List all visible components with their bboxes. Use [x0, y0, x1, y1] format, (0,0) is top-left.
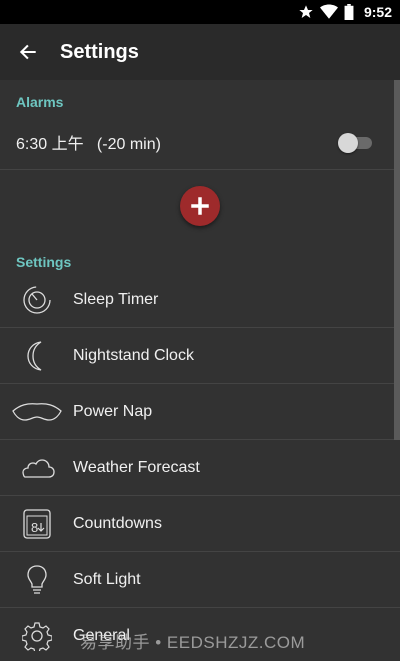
page-title: Settings [60, 40, 139, 63]
setting-item-label: Countdowns [73, 514, 162, 532]
cloud-icon [21, 458, 55, 478]
plus-icon [191, 197, 209, 215]
status-bar: 9:52 [0, 0, 400, 24]
setting-item-label: Weather Forecast [73, 458, 200, 476]
lightbulb-icon [26, 564, 47, 594]
setting-item-sleep-timer[interactable]: Sleep Timer [0, 272, 400, 328]
toggle-thumb [338, 132, 358, 153]
sleep-mask-icon [11, 402, 62, 421]
add-alarm-area [0, 170, 400, 242]
sleep-timer-icon [22, 285, 51, 314]
setting-item-label: Power Nap [73, 402, 153, 420]
alarms-section-header: Alarms [16, 94, 64, 110]
moon-icon [26, 340, 41, 371]
battery-icon [344, 4, 354, 20]
alarm-row[interactable]: 6:30 上午 (-20 min) [0, 114, 400, 170]
calendar-icon: 8 [22, 508, 51, 539]
watermark: 易享助手 • EEDSHZJZ.COM [80, 633, 306, 652]
settings-section-header: Settings [16, 254, 72, 270]
add-alarm-button[interactable] [180, 186, 220, 226]
setting-item-soft-light[interactable]: Soft Light [0, 552, 400, 608]
wifi-icon [319, 4, 338, 19]
setting-item-nightstand-clock[interactable]: Nightstand Clock [0, 328, 400, 384]
svg-text:8: 8 [31, 520, 38, 535]
alarm-toggle[interactable] [338, 132, 374, 153]
scrollbar[interactable] [394, 80, 400, 440]
settings-content[interactable]: Alarms 6:30 上午 (-20 min) Settings Sleep … [0, 80, 400, 661]
star-icon [299, 5, 313, 18]
setting-item-label: Soft Light [73, 570, 141, 588]
setting-item-label: Nightstand Clock [73, 346, 194, 364]
setting-item-countdowns[interactable]: 8 Countdowns [0, 496, 400, 552]
setting-item-label: Sleep Timer [73, 290, 159, 308]
back-button[interactable] [0, 24, 56, 80]
setting-item-power-nap[interactable]: Power Nap [0, 384, 400, 440]
setting-item-weather-forecast[interactable]: Weather Forecast [0, 440, 400, 496]
gear-icon [21, 622, 52, 651]
alarm-label: 6:30 上午 (-20 min) [16, 135, 161, 153]
arrow-left-icon [19, 44, 36, 60]
status-time: 9:52 [363, 4, 392, 20]
app-bar: Settings [0, 24, 400, 80]
